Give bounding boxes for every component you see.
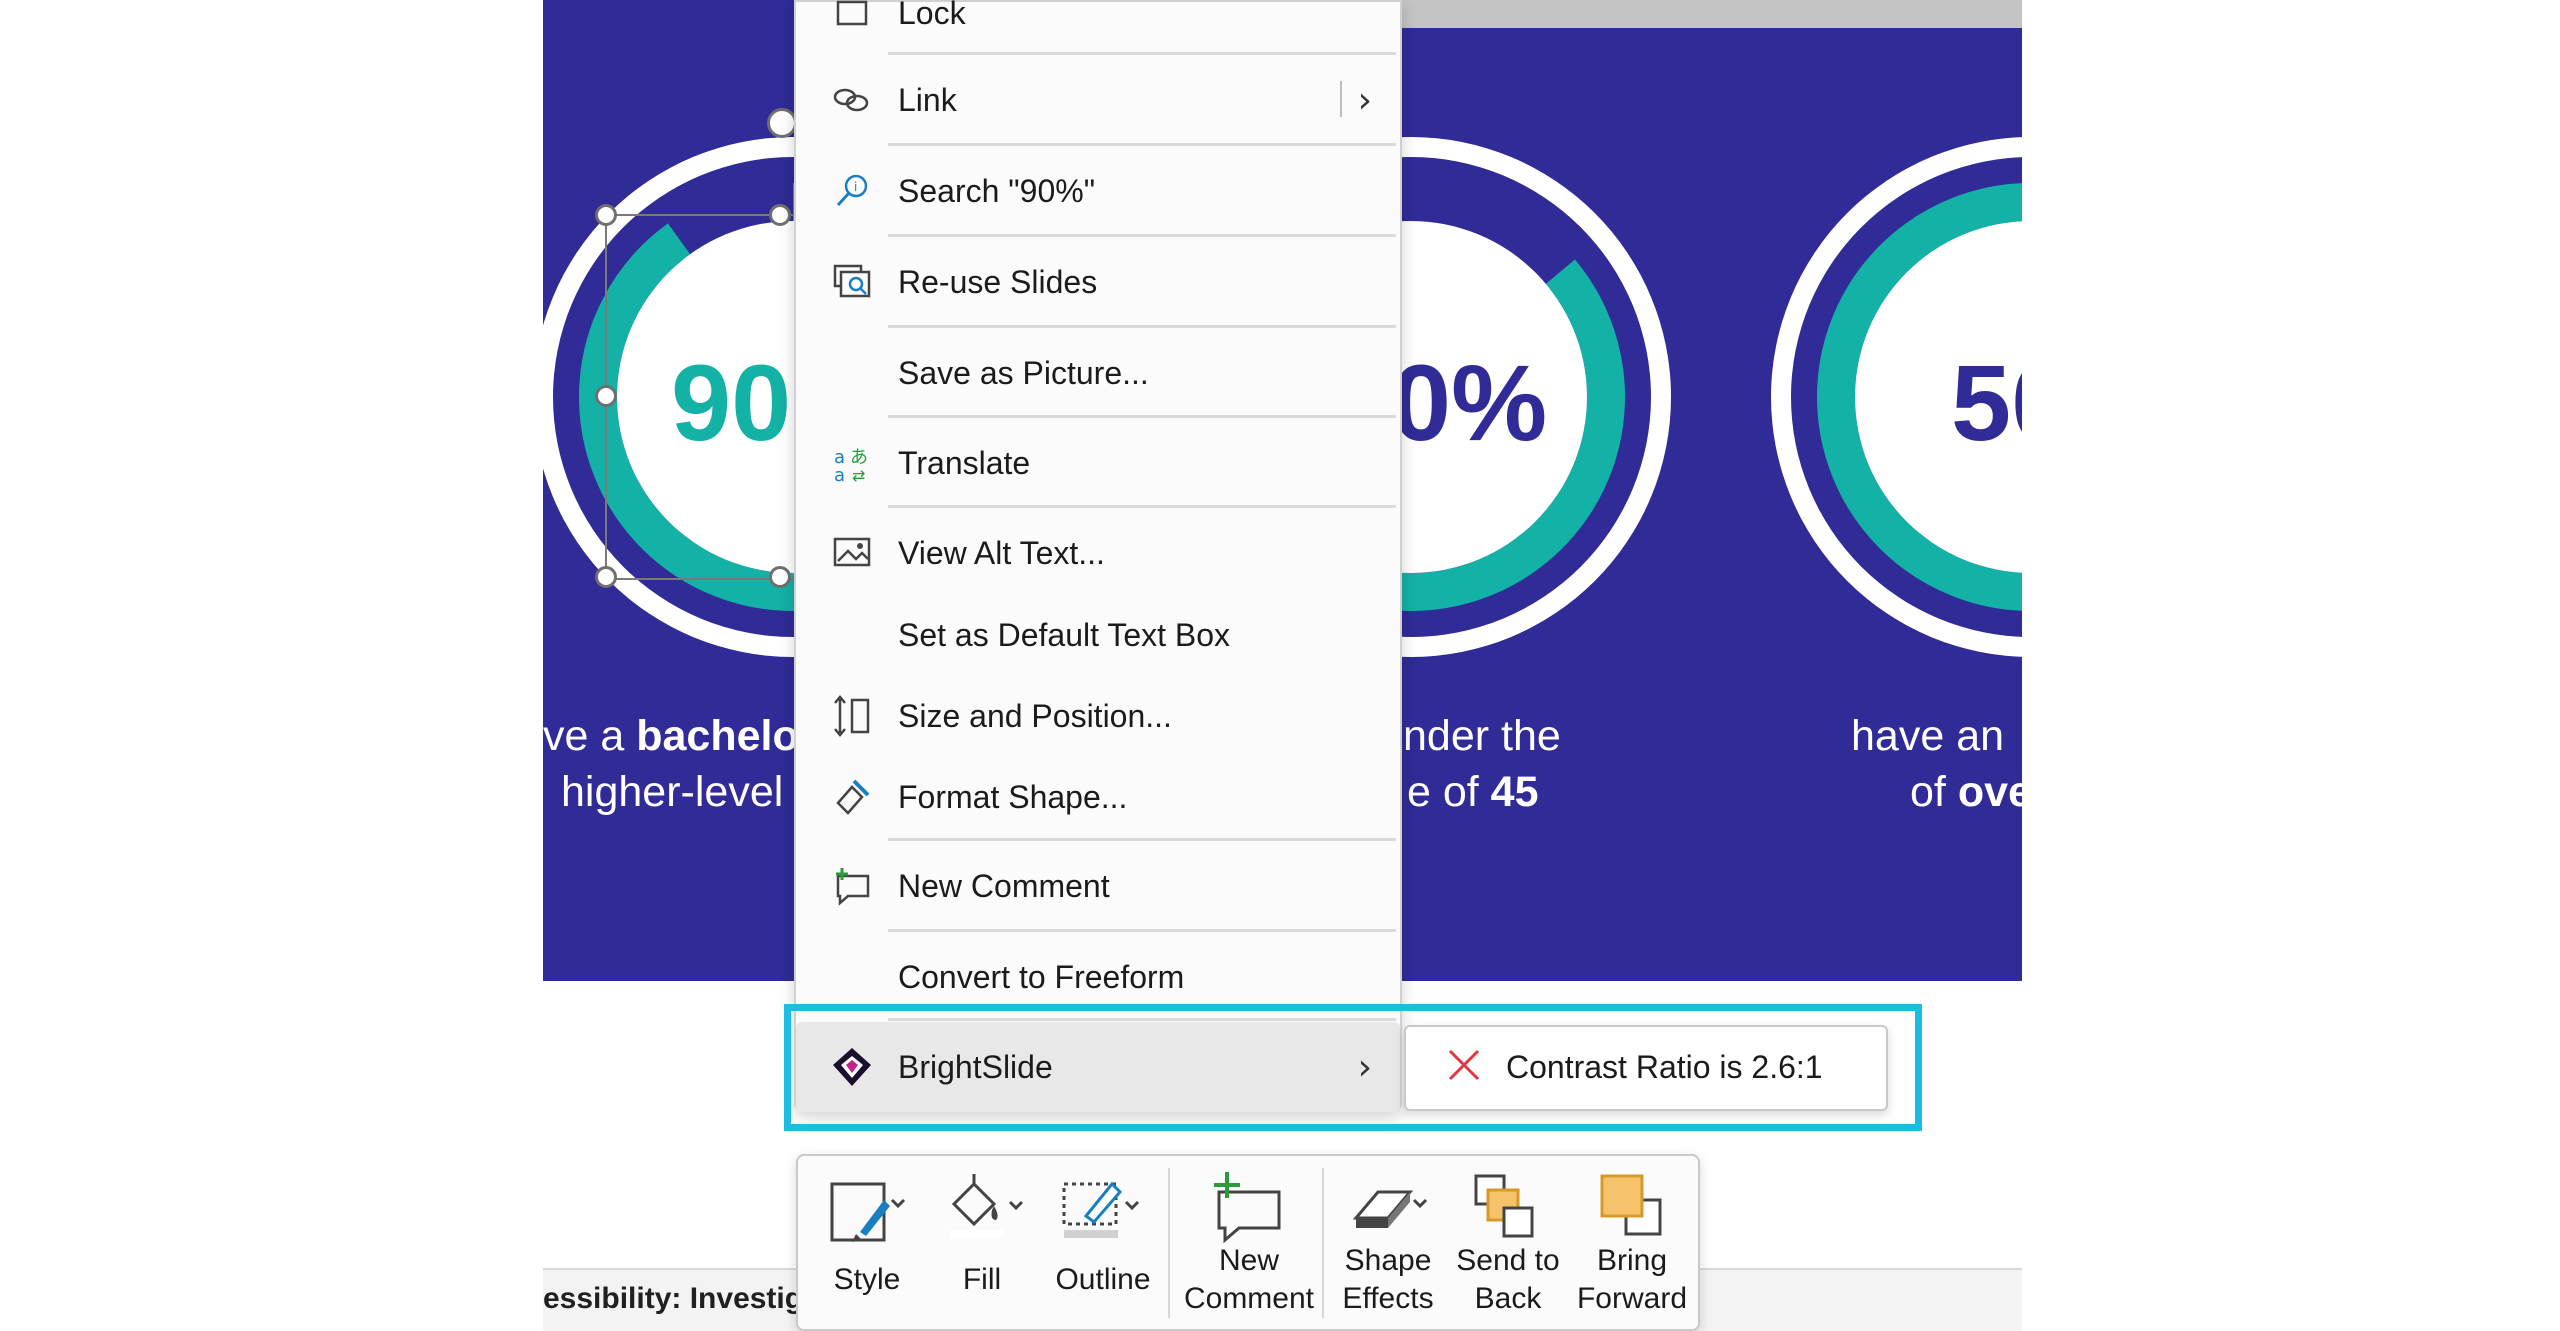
menu-item-label: View Alt Text... <box>898 534 1105 571</box>
stat-value-3[interactable]: 50 <box>1951 340 2022 465</box>
shape-effects-label: Shape Effects <box>1342 1244 1434 1315</box>
menu-item-translate[interactable]: a あ a ⇄ Translate <box>796 418 1400 508</box>
menu-item-label: Re-use Slides <box>898 263 1098 300</box>
accessibility-status[interactable]: essibility: Investiga <box>543 1282 820 1316</box>
menu-item-view-alt-text[interactable]: View Alt Text... <box>796 508 1400 598</box>
mini-toolbar: Style Fill Outline New Comment Shape Eff… <box>796 1154 1700 1331</box>
menu-item-save-as-picture[interactable]: Save as Picture... <box>796 328 1400 418</box>
new-comment-button[interactable]: New Comment <box>1174 1156 1324 1331</box>
shape-effects-icon <box>1352 1190 1428 1228</box>
search-icon: i <box>830 169 874 213</box>
style-button[interactable]: Style <box>812 1156 922 1331</box>
alt-text-icon <box>830 531 874 575</box>
shape-effects-button[interactable]: Shape Effects <box>1328 1156 1448 1331</box>
bring-forward-button[interactable]: Bring Forward <box>1566 1156 1698 1331</box>
rotate-handle[interactable] <box>767 108 797 138</box>
split-divider <box>1340 81 1342 117</box>
menu-item-label: Size and Position... <box>898 697 1172 734</box>
context-menu: Lock Link › i Search "90%" Re-use Slides… <box>794 0 1402 1112</box>
new-comment-icon <box>1214 1172 1281 1244</box>
bring-forward-icon <box>1600 1174 1662 1236</box>
resize-handle-bottom-left[interactable] <box>595 566 617 588</box>
new-comment-icon <box>830 864 874 908</box>
stat-value-2[interactable]: 0% <box>1391 340 1547 465</box>
menu-item-label: Search "90%" <box>898 172 1096 209</box>
menu-item-reuse-slides[interactable]: Re-use Slides <box>796 237 1400 327</box>
stat-desc-2-line2: e of 45 <box>1407 768 1539 816</box>
resize-handle-bottom-right[interactable] <box>769 566 791 588</box>
menu-item-label: Convert to Freeform <box>898 958 1185 995</box>
toolbar-separator <box>1168 1168 1170 1318</box>
send-to-back-icon <box>1474 1174 1534 1238</box>
style-label: Style <box>833 1263 901 1296</box>
outline-button[interactable]: Outline <box>1042 1156 1164 1331</box>
menu-item-set-default-text-box[interactable]: Set as Default Text Box <box>796 590 1400 680</box>
fill-label: Fill <box>962 1263 1002 1296</box>
bring-forward-label: Bring Forward <box>1576 1244 1688 1315</box>
size-position-icon <box>830 694 874 738</box>
menu-item-label: Set as Default Text Box <box>898 616 1231 653</box>
send-to-back-label: Send to Back <box>1456 1244 1560 1315</box>
menu-item-label: Format Shape... <box>898 778 1128 815</box>
menu-item-label: New Comment <box>898 867 1110 904</box>
menu-item-new-comment[interactable]: New Comment <box>796 841 1400 931</box>
toolbar-separator <box>1322 1168 1324 1318</box>
menu-item-label: Lock <box>898 0 966 31</box>
outline-label: Outline <box>1055 1263 1151 1296</box>
menu-item-lock[interactable]: Lock <box>796 0 1400 58</box>
new-comment-label: New Comment <box>1183 1244 1315 1315</box>
svg-text:a: a <box>834 465 845 483</box>
resize-handle-top-left[interactable] <box>595 204 617 226</box>
stat-desc-3-line1: have an <box>1851 712 2005 760</box>
send-to-back-button[interactable]: Send to Back <box>1450 1156 1566 1331</box>
link-icon <box>830 78 874 122</box>
stat-desc-3-line2: of ove <box>1910 768 2022 816</box>
chevron-right-icon[interactable]: › <box>1358 80 1372 121</box>
menu-item-label: Translate <box>898 444 1031 481</box>
lock-icon <box>830 0 874 35</box>
svg-text:⇄: ⇄ <box>852 466 865 483</box>
svg-text:i: i <box>854 180 857 194</box>
fill-button[interactable]: Fill <box>932 1156 1032 1331</box>
highlight-annotation <box>784 1004 1922 1131</box>
menu-item-format-shape[interactable]: Format Shape... <box>796 752 1400 842</box>
slide-pane-edge <box>1390 0 2022 28</box>
stat-desc-2-line1: nder the <box>1403 712 1561 760</box>
svg-text:あ: あ <box>850 447 868 468</box>
stat-desc-1-line1: ve a bachelo <box>543 712 799 760</box>
menu-item-search[interactable]: i Search "90%" <box>796 146 1400 236</box>
shape-style-icon <box>830 1182 906 1242</box>
resize-handle-top-right[interactable] <box>769 204 791 226</box>
menu-item-label: Link <box>898 81 957 118</box>
menu-item-link[interactable]: Link › <box>796 55 1400 145</box>
menu-item-label: Save as Picture... <box>898 354 1149 391</box>
stat-desc-1-line2: higher-level <box>561 768 784 816</box>
paint-bucket-icon <box>950 1174 1024 1238</box>
resize-handle-middle-left[interactable] <box>595 385 617 407</box>
reuse-slides-icon <box>830 260 874 304</box>
outline-pen-icon <box>1062 1181 1140 1238</box>
selection-frame <box>605 214 825 580</box>
format-shape-icon <box>830 775 874 819</box>
menu-item-size-and-position[interactable]: Size and Position... <box>796 671 1400 761</box>
translate-icon: a あ a ⇄ <box>830 441 874 485</box>
